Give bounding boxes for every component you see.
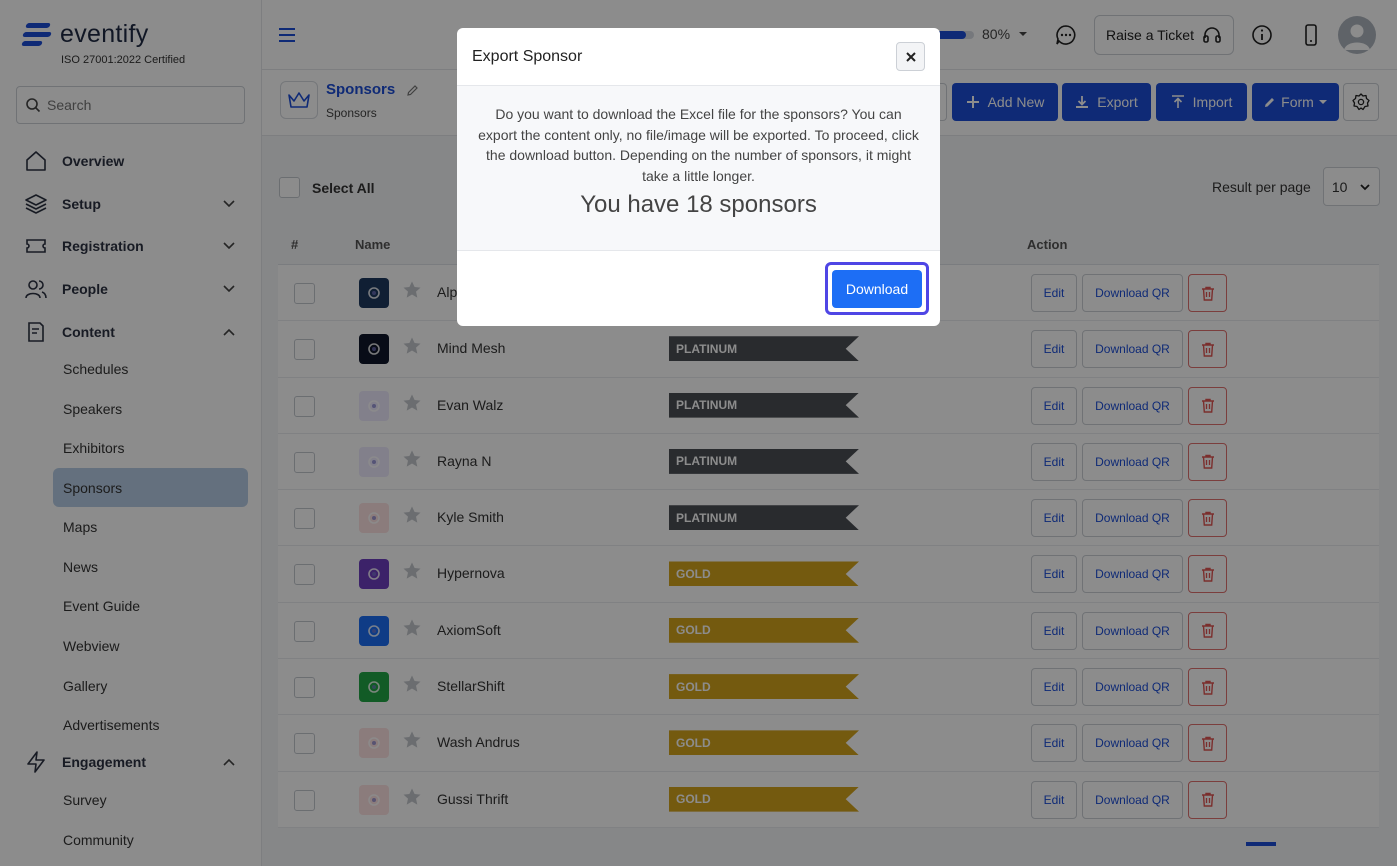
- modal-header: Export Sponsor: [457, 28, 940, 86]
- export-sponsor-modal: Export Sponsor Do you want to download t…: [457, 28, 940, 326]
- download-button-focus-ring: Download: [825, 262, 929, 315]
- modal-message: Do you want to download the Excel file f…: [478, 106, 919, 184]
- download-button[interactable]: Download: [832, 269, 922, 308]
- close-button[interactable]: [896, 42, 925, 71]
- modal-body: Do you want to download the Excel file f…: [457, 86, 940, 251]
- modal-title: Export Sponsor: [472, 47, 583, 65]
- sponsor-count-text: You have 18 sponsors: [580, 191, 817, 218]
- close-icon: [905, 51, 916, 62]
